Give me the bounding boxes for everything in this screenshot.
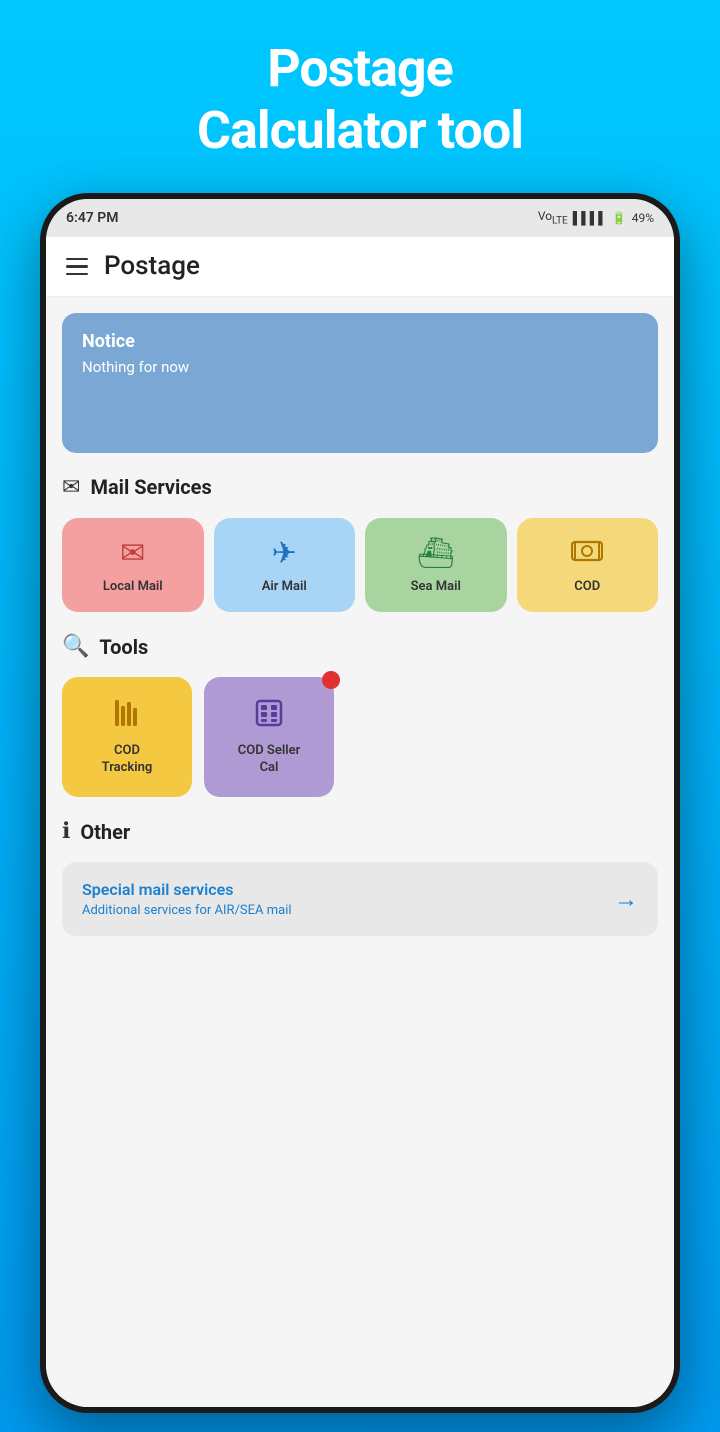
other-icon: ℹ	[62, 819, 70, 844]
air-mail-card[interactable]: ✈ Air Mail	[214, 518, 356, 613]
status-bar: 6:47 PM VoLTE ▌▌▌▌ 🔋 49%	[46, 199, 674, 237]
air-mail-icon: ✈	[272, 536, 297, 571]
tools-grid: CODTracking	[62, 677, 658, 797]
tools-icon: 🔍	[62, 634, 89, 659]
other-header: ℹ Other	[62, 819, 658, 844]
mail-services-grid: ✉ Local Mail ✈ Air Mail ⛴ Sea Mail	[62, 518, 658, 613]
cod-seller-icon	[254, 698, 284, 735]
other-card-title: Special mail services	[82, 880, 292, 899]
notice-title: Notice	[82, 331, 638, 352]
phone-frame: 6:47 PM VoLTE ▌▌▌▌ 🔋 49% Postage Notice …	[40, 193, 680, 1413]
mail-services-icon: ✉	[62, 475, 80, 500]
sea-mail-icon: ⛴	[417, 536, 455, 571]
local-mail-icon: ✉	[120, 536, 145, 571]
header-line2: Calculator tool	[197, 100, 523, 161]
status-icons: VoLTE ▌▌▌▌ 🔋 49%	[538, 209, 654, 226]
tools-header: 🔍 Tools	[62, 634, 658, 659]
menu-line3	[66, 273, 88, 276]
cod-label: COD	[574, 579, 600, 595]
battery-icon: 🔋	[612, 211, 627, 225]
menu-button[interactable]	[66, 258, 88, 276]
network-icon: VoLTE	[538, 209, 568, 226]
app-header: Postage Calculator tool	[197, 38, 523, 163]
battery-percent: 49%	[632, 211, 654, 225]
cod-tracking-label: CODTracking	[102, 743, 153, 777]
sea-mail-card[interactable]: ⛴ Sea Mail	[365, 518, 507, 613]
app-title: Postage	[104, 251, 200, 281]
cod-seller-label: COD SellerCal	[238, 743, 301, 777]
app-bar: Postage	[46, 237, 674, 297]
cod-seller-card[interactable]: COD SellerCal	[204, 677, 334, 797]
other-card-subtitle: Additional services for AIR/SEA mail	[82, 903, 292, 918]
cod-icon	[571, 536, 603, 571]
phone-screen: 6:47 PM VoLTE ▌▌▌▌ 🔋 49% Postage Notice …	[46, 199, 674, 1407]
other-title: Other	[80, 820, 130, 844]
local-mail-card[interactable]: ✉ Local Mail	[62, 518, 204, 613]
signal-icon: ▌▌▌▌	[573, 211, 607, 225]
menu-line2	[66, 265, 88, 268]
menu-line1	[66, 258, 88, 261]
cod-tracking-card[interactable]: CODTracking	[62, 677, 192, 797]
notice-banner: Notice Nothing for now	[62, 313, 658, 453]
special-mail-card[interactable]: Special mail services Additional service…	[62, 862, 658, 936]
mail-services-title: Mail Services	[90, 475, 211, 499]
cod-tracking-icon	[112, 698, 142, 735]
air-mail-label: Air Mail	[262, 579, 307, 595]
other-card-text: Special mail services Additional service…	[82, 880, 292, 918]
notification-dot	[322, 671, 340, 689]
main-content: Notice Nothing for now ✉ Mail Services ✉…	[46, 297, 674, 1407]
tools-title: Tools	[99, 635, 148, 659]
arrow-icon: →	[614, 885, 638, 914]
sea-mail-label: Sea Mail	[411, 579, 461, 595]
local-mail-label: Local Mail	[103, 579, 163, 595]
notice-body: Nothing for now	[82, 358, 638, 376]
header-line1: Postage	[267, 38, 452, 99]
cod-card[interactable]: COD	[517, 518, 659, 613]
status-time: 6:47 PM	[66, 210, 119, 226]
mail-services-header: ✉ Mail Services	[62, 475, 658, 500]
